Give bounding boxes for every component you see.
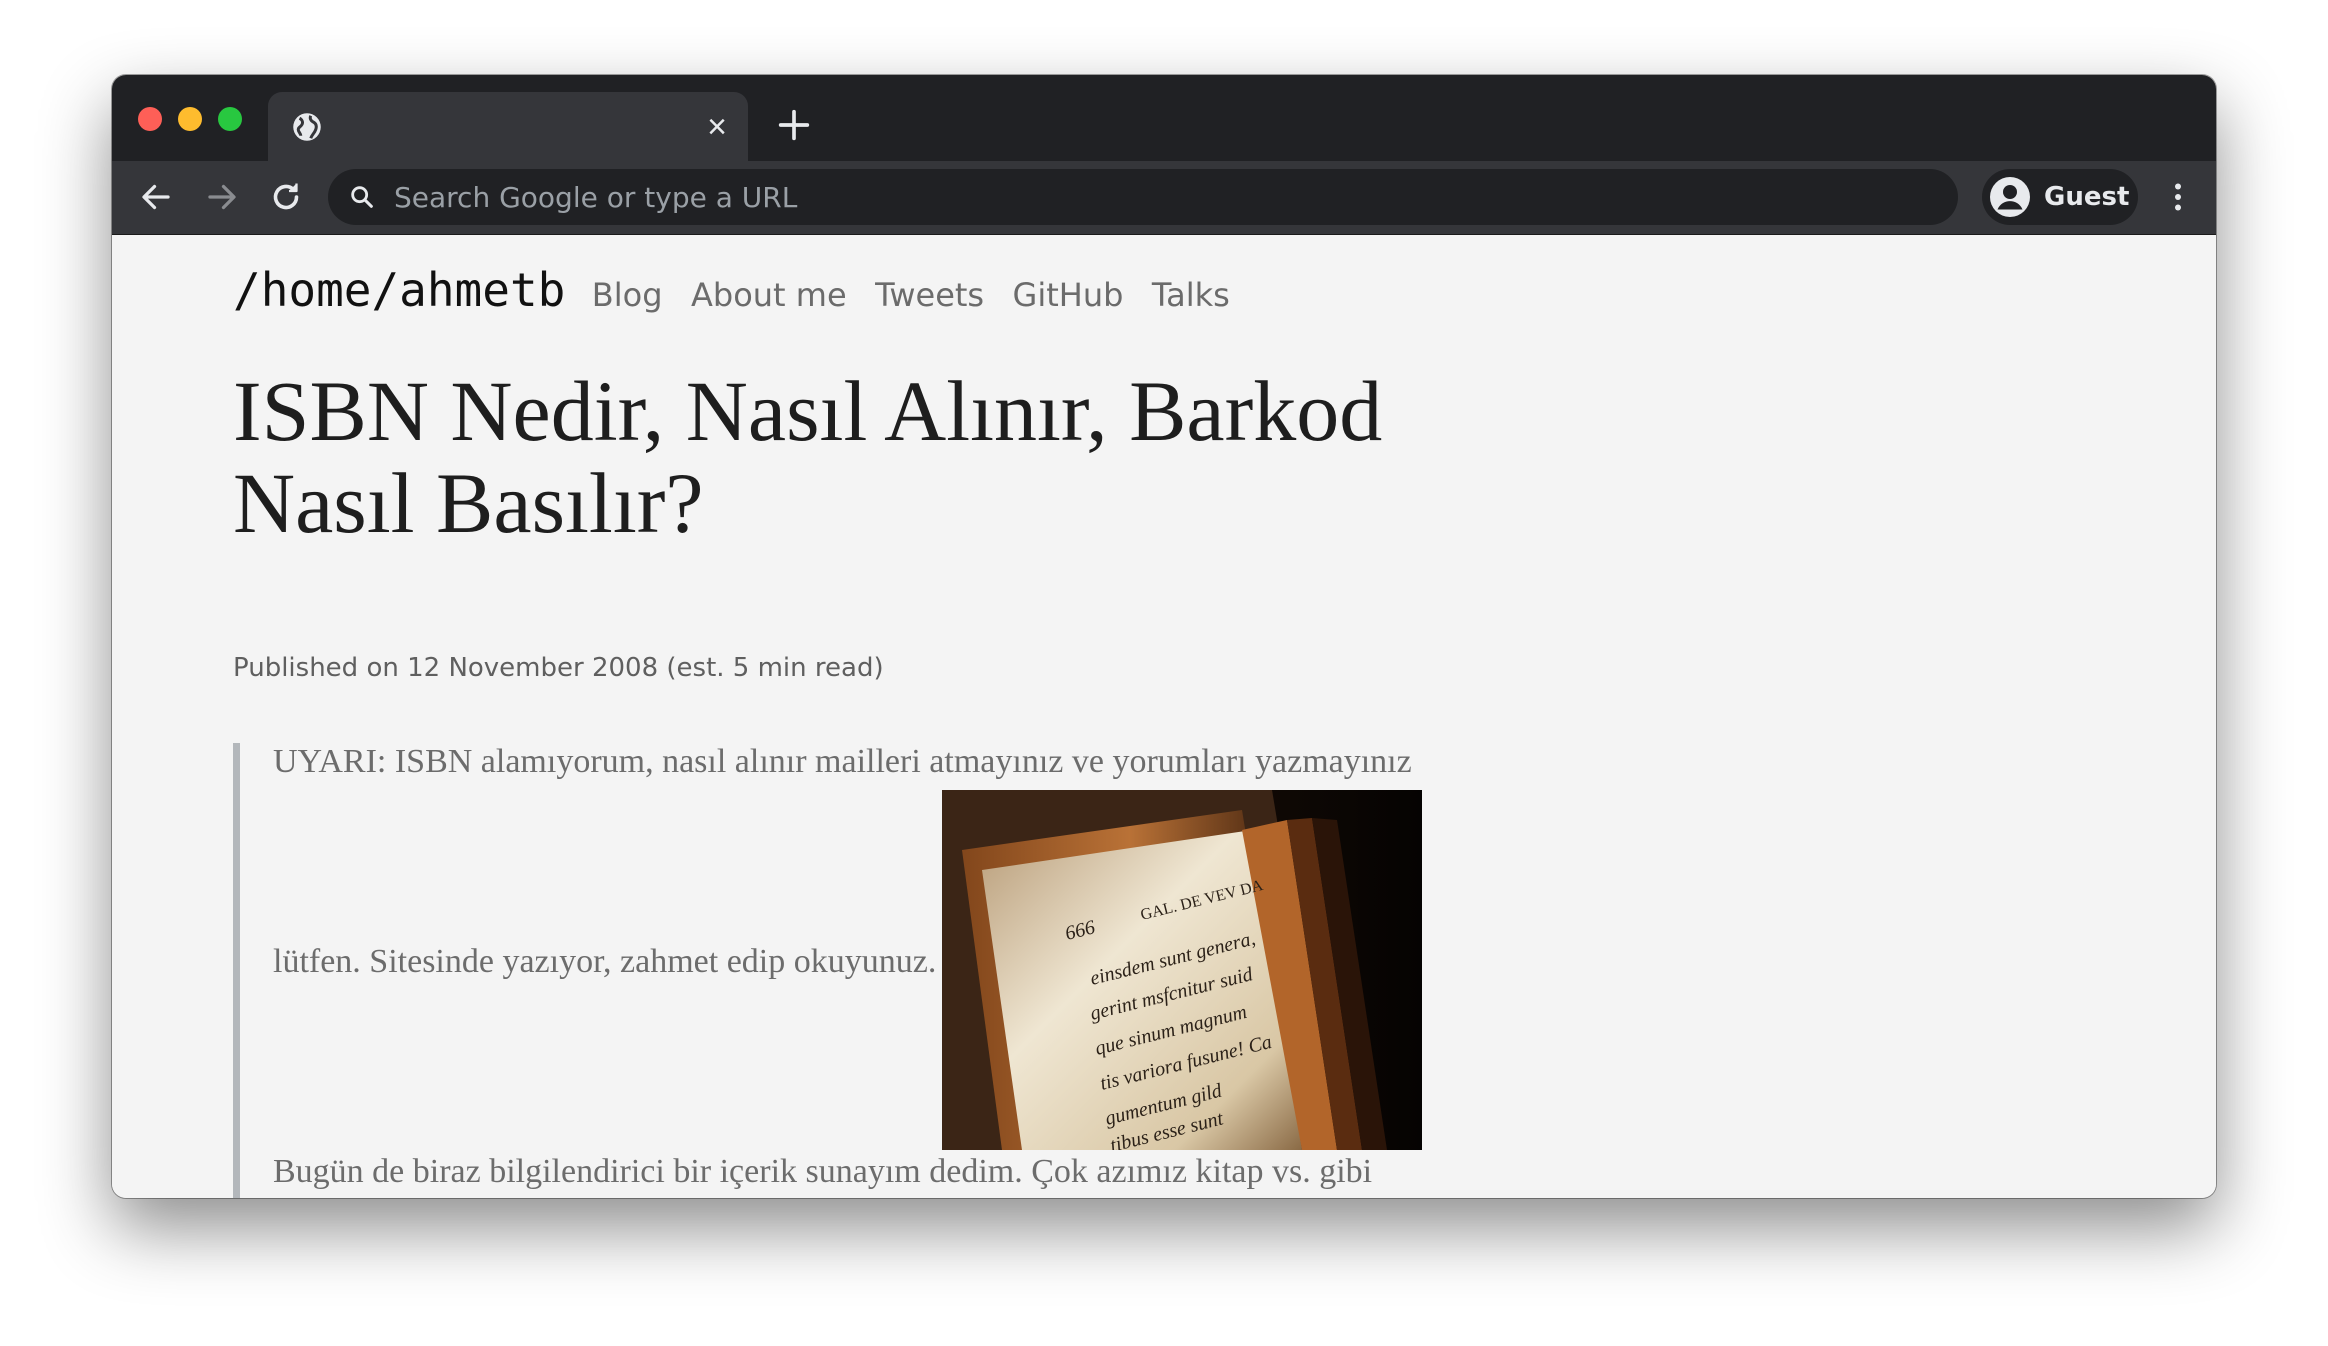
avatar-icon	[1990, 177, 2030, 217]
warning-line-2: lütfen. Sitesinde yazıyor, zahmet edip o…	[273, 943, 937, 980]
address-input[interactable]	[394, 169, 1894, 225]
intro-paragraph: Bugün de biraz bilgilendirici bir içerik…	[273, 1153, 1373, 1190]
close-window-button[interactable]	[138, 107, 162, 131]
post-meta: Published on 12 November 2008 (est. 5 mi…	[233, 653, 884, 683]
post-title: ISBN Nedir, Nasıl Alınır, Barkod Nasıl B…	[233, 363, 1383, 551]
profile-label: Guest	[2044, 182, 2130, 212]
kebab-menu-icon[interactable]	[2160, 179, 2196, 215]
search-icon	[351, 186, 373, 208]
browser-toolbar: Guest	[112, 161, 2216, 235]
tab-strip: ×	[112, 75, 2216, 161]
site-brand-link[interactable]: /home/ahmetb	[233, 263, 565, 317]
reload-icon[interactable]	[268, 179, 304, 215]
forward-arrow-icon[interactable]	[204, 179, 240, 215]
web-page: /home/ahmetb Blog About me Tweets GitHub…	[112, 235, 2216, 1198]
warning-line-1: UYARI: ISBN alamıyorum, nasıl alınır mai…	[273, 743, 1412, 780]
profile-button[interactable]: Guest	[1982, 169, 2138, 225]
omnibox[interactable]	[328, 169, 1958, 225]
browser-tab[interactable]: ×	[268, 92, 748, 161]
tab-close-icon[interactable]: ×	[700, 110, 734, 144]
nav-link-blog[interactable]: Blog	[592, 276, 663, 314]
maximize-window-button[interactable]	[218, 107, 242, 131]
new-tab-plus-icon[interactable]	[774, 105, 814, 145]
browser-window: × Gues	[112, 75, 2216, 1198]
nav-link-talks[interactable]: Talks	[1152, 276, 1230, 314]
nav-link-github[interactable]: GitHub	[1013, 276, 1124, 314]
old-book-image: 666 GAL. DE VEV DA einsdem sunt genera, …	[942, 790, 1422, 1150]
nav-link-tweets[interactable]: Tweets	[875, 276, 984, 314]
back-arrow-icon[interactable]	[138, 179, 174, 215]
site-nav: /home/ahmetb Blog About me Tweets GitHub…	[233, 263, 1254, 323]
warning-blockquote: UYARI: ISBN alamıyorum, nasıl alınır mai…	[233, 743, 1540, 1198]
minimize-window-button[interactable]	[178, 107, 202, 131]
nav-link-about-me[interactable]: About me	[691, 276, 847, 314]
globe-icon	[293, 113, 321, 141]
